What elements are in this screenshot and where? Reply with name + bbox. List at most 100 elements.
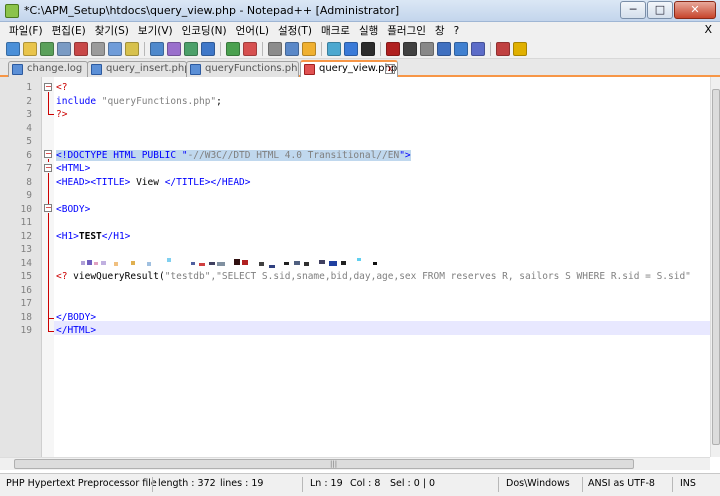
redacted-pixels — [80, 257, 377, 268]
toolbar-button-icon[interactable] — [243, 41, 257, 56]
toolbar-button-icon[interactable] — [74, 41, 88, 56]
code-editor[interactable]: 1 2 3 4 5 6 7 8 9 10 11 12 13 14 15 16 1… — [0, 77, 710, 457]
fold-toggle-icon[interactable]: − — [44, 164, 52, 172]
code-line-6: <!DOCTYPE HTML PUBLIC "-//W3C//DTD HTML … — [56, 149, 411, 163]
toolbar-button-icon[interactable] — [184, 41, 198, 56]
menu-encoding[interactable]: 인코딩(N) — [182, 23, 227, 38]
toolbar-button-icon[interactable] — [361, 41, 375, 56]
fold-line — [48, 213, 49, 331]
code-line-7: <HTML> — [56, 162, 90, 176]
menu-file[interactable]: 파일(F) — [9, 23, 43, 38]
close-button[interactable]: ✕ — [674, 1, 716, 19]
status-col: Col : 8 — [350, 478, 381, 489]
tab-query-insert[interactable]: query_insert.php — [87, 61, 187, 77]
line-number: 19 — [20, 325, 32, 336]
vertical-scrollbar[interactable] — [710, 77, 720, 457]
toolbar-button-icon[interactable] — [496, 41, 510, 56]
doctype-end: "> — [399, 149, 411, 161]
toolbar-button-icon[interactable] — [454, 41, 468, 56]
menu-search[interactable]: 찾기(S) — [95, 23, 129, 38]
code-line-10: <BODY> — [56, 203, 90, 217]
toolbar-button-icon[interactable] — [403, 41, 417, 56]
toolbar-separator — [380, 41, 381, 56]
line-number: 6 — [26, 149, 32, 161]
toolbar-button-icon[interactable] — [344, 41, 358, 56]
line-number: 12 — [20, 230, 32, 242]
toolbar-button-icon[interactable] — [6, 41, 20, 56]
scroll-thumb[interactable] — [712, 89, 720, 445]
toolbar-button-icon[interactable] — [91, 41, 105, 56]
php-close-tag: ?> — [56, 109, 68, 120]
fold-end — [48, 318, 54, 319]
doctype-start: <!DOCTYPE HTML PUBLIC " — [56, 149, 188, 161]
toolbar-button-icon[interactable] — [327, 41, 341, 56]
close-document-button[interactable]: X — [704, 23, 712, 36]
head-title-open: <HEAD><TITLE> — [56, 176, 131, 188]
toolbar-button-icon[interactable] — [125, 41, 139, 56]
line-number: 4 — [26, 122, 32, 134]
include-string: "queryFunctions.php" — [101, 95, 217, 107]
fold-end — [48, 331, 54, 332]
toolbar-button-icon[interactable] — [471, 41, 485, 56]
close-tab-icon[interactable]: x — [385, 64, 395, 74]
line-number: 1 — [26, 82, 32, 93]
menu-view[interactable]: 보기(V) — [138, 23, 173, 38]
line-number: 16 — [20, 284, 32, 296]
html-open-tag: <HTML> — [56, 163, 91, 174]
toolbar-button-icon[interactable] — [420, 41, 434, 56]
toolbar-button-icon[interactable] — [437, 41, 451, 56]
toolbar-button-icon[interactable] — [201, 41, 215, 56]
maximize-button[interactable]: □ — [647, 1, 673, 19]
window-title: *C:\APM_Setup\htdocs\query_view.php - No… — [24, 4, 400, 17]
code-line-8: <HEAD><TITLE> View </TITLE></HEAD> — [56, 176, 250, 190]
menu-run[interactable]: 실행 — [359, 23, 378, 38]
tab-query-functions[interactable]: queryFunctions.php — [186, 61, 299, 77]
toolbar — [0, 39, 720, 59]
tab-change-log[interactable]: change.log — [8, 61, 88, 77]
menu-settings[interactable]: 설정(T) — [278, 23, 312, 38]
tab-bar: change.log query_insert.php queryFunctio… — [0, 59, 720, 77]
toolbar-button-icon[interactable] — [386, 41, 400, 56]
status-lines: lines : 19 — [220, 478, 264, 489]
fold-toggle-icon[interactable]: − — [44, 204, 52, 212]
toolbar-button-icon[interactable] — [23, 41, 37, 56]
code-line-3: ?> — [56, 108, 67, 122]
menu-language[interactable]: 언어(L) — [236, 23, 269, 38]
toolbar-button-icon[interactable] — [513, 41, 527, 56]
menu-help[interactable]: ? — [454, 25, 460, 37]
line-number: 9 — [26, 190, 32, 201]
notepadpp-app-icon — [5, 4, 19, 18]
fold-toggle-icon[interactable]: − — [44, 83, 52, 91]
file-icon — [12, 64, 23, 75]
minimize-button[interactable]: ─ — [620, 1, 646, 19]
toolbar-button-icon[interactable] — [57, 41, 71, 56]
status-length: length : 372 — [158, 478, 216, 489]
horizontal-scrollbar[interactable]: ||| — [0, 457, 710, 470]
tab-label: queryFunctions.php — [205, 63, 299, 74]
tab-query-view[interactable]: query_view.php x — [300, 60, 398, 77]
toolbar-button-icon[interactable] — [150, 41, 164, 56]
toolbar-button-icon[interactable] — [40, 41, 54, 56]
toolbar-button-icon[interactable] — [268, 41, 282, 56]
code-line-13-redacted — [56, 243, 377, 268]
toolbar-button-icon[interactable] — [302, 41, 316, 56]
menu-edit[interactable]: 편집(E) — [52, 23, 86, 38]
scroll-thumb[interactable] — [14, 459, 634, 469]
window-controls: ─ □ ✕ — [620, 1, 716, 19]
status-sel: Sel : 0 | 0 — [390, 478, 436, 489]
toolbar-button-icon[interactable] — [108, 41, 122, 56]
status-bar: PHP Hypertext Preprocessor file length :… — [0, 473, 720, 496]
line-number: 8 — [26, 176, 32, 188]
toolbar-button-icon[interactable] — [167, 41, 181, 56]
line-number: 10 — [20, 203, 32, 215]
menu-plugins[interactable]: 플러그인 — [387, 23, 426, 38]
toolbar-button-icon[interactable] — [226, 41, 240, 56]
body-open-tag: <BODY> — [56, 203, 91, 215]
toolbar-button-icon[interactable] — [285, 41, 299, 56]
body-close-tag: </BODY> — [56, 311, 97, 323]
tab-label: query_insert.php — [106, 63, 187, 74]
menu-macro[interactable]: 매크로 — [321, 23, 350, 38]
fold-toggle-icon[interactable]: − — [44, 150, 52, 158]
line-number: 2 — [26, 95, 32, 107]
menu-window[interactable]: 창 — [435, 23, 445, 38]
